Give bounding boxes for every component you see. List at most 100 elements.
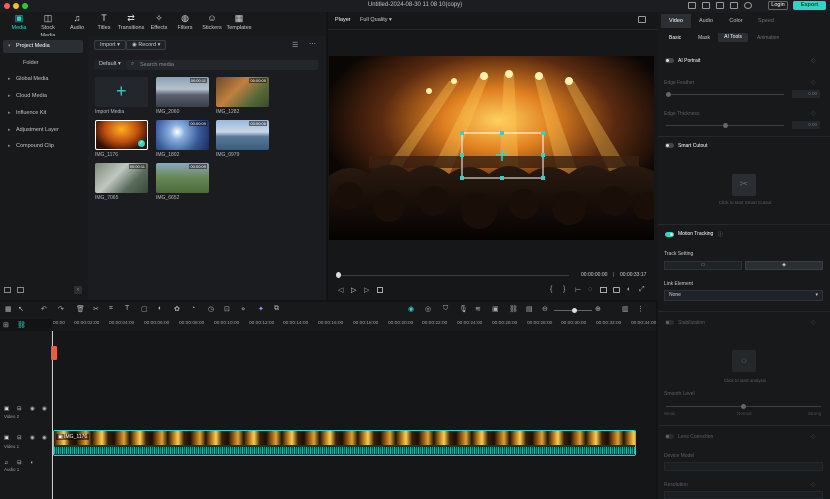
track-setting-option-2[interactable]: ◈ xyxy=(745,261,823,270)
subtab-animation[interactable]: Animation xyxy=(757,35,779,41)
audio-meter-icon[interactable]: ◖ xyxy=(626,286,630,293)
edge-thickness-value[interactable]: 0.00 xyxy=(792,121,820,129)
track-setting-option-1[interactable]: ▭ xyxy=(664,261,742,270)
search-input[interactable]: Search media xyxy=(126,60,318,70)
crop-icon[interactable]: ⌗ xyxy=(109,305,113,313)
login-button[interactable]: Login xyxy=(768,1,788,10)
camera-icon[interactable] xyxy=(613,287,620,293)
palette-icon[interactable]: ✿ xyxy=(174,305,180,313)
display-icon[interactable] xyxy=(600,287,607,293)
render-icon[interactable]: ◉ xyxy=(408,305,414,313)
media-item-thumbnail[interactable]: 00:00:05 xyxy=(216,77,269,107)
new-folder-icon[interactable] xyxy=(4,287,11,293)
filter-icon[interactable]: ☰ xyxy=(292,41,298,49)
subtab-mask[interactable]: Mask xyxy=(698,35,710,41)
eye-icon[interactable]: ◉ xyxy=(30,406,35,412)
save-icon[interactable] xyxy=(716,2,724,9)
layout-icon[interactable] xyxy=(688,2,696,9)
zoom-window-button[interactable] xyxy=(22,3,28,9)
diamond-icon[interactable]: ◇ xyxy=(811,433,816,440)
smart-cutout-toggle[interactable] xyxy=(665,143,674,148)
quality-dropdown[interactable]: Full Quality ▾ xyxy=(360,17,392,23)
lock-icon[interactable]: ⊟ xyxy=(17,435,22,441)
link-element-dropdown[interactable]: None ▾ xyxy=(664,290,823,301)
shield-icon[interactable]: ⛉ xyxy=(443,305,448,313)
import-button[interactable]: Import ▾ xyxy=(94,40,126,50)
voiceover-icon[interactable]: ≋ xyxy=(475,305,481,313)
redo-icon[interactable]: ↷ xyxy=(58,305,64,313)
ai-effect-icon[interactable]: ✦ xyxy=(258,305,264,313)
group-icon[interactable]: ⧉ xyxy=(274,305,279,313)
ripple-icon[interactable]: ◌ xyxy=(588,286,592,293)
play-icon[interactable]: ▷ xyxy=(351,286,356,294)
media-item-thumbnail[interactable]: 00:00:11 xyxy=(156,77,209,107)
close-window-button[interactable] xyxy=(4,3,10,9)
help-icon[interactable]: ⓘ xyxy=(718,231,723,238)
text-icon[interactable]: T xyxy=(125,305,129,312)
minimize-window-button[interactable] xyxy=(13,3,19,9)
split-icon[interactable]: ⊢ xyxy=(575,286,581,294)
device-model-dropdown[interactable] xyxy=(664,462,823,471)
edge-thickness-slider[interactable] xyxy=(666,123,784,128)
timeline-tracks[interactable] xyxy=(0,331,656,499)
smart-cutout-icon[interactable]: ✂ xyxy=(732,174,756,196)
stabilization-icon[interactable]: ☼ xyxy=(732,350,756,372)
keyframe-icon[interactable]: ⋄ xyxy=(241,305,245,313)
snap-icon[interactable]: ◎ xyxy=(425,305,431,313)
more-icon[interactable]: ⋯ xyxy=(309,40,316,48)
resolution-dropdown[interactable] xyxy=(664,491,823,499)
zoom-in-icon[interactable]: ⊕ xyxy=(595,305,601,313)
visibility-icon[interactable]: ◉ xyxy=(42,435,47,441)
tab-titles[interactable]: T Titles xyxy=(90,13,118,35)
import-folder-icon[interactable] xyxy=(17,287,24,293)
speaker-icon[interactable]: ◖ xyxy=(30,460,33,466)
fit-icon[interactable]: ⊡ xyxy=(224,305,230,313)
previous-frame-icon[interactable]: ◁ xyxy=(338,286,343,294)
media-item-thumbnail[interactable]: 00:00:09 xyxy=(156,163,209,193)
media-item-thumbnail[interactable]: ✓ xyxy=(95,120,148,150)
cloud-icon[interactable] xyxy=(730,2,738,9)
tab-stock-media[interactable]: ◫Stock Media xyxy=(34,13,62,39)
subtab-ai-tools[interactable]: AI Tools xyxy=(718,33,748,42)
marker-icon[interactable]: ▤ xyxy=(526,305,533,313)
split-clip-icon[interactable]: ✂ xyxy=(93,305,99,313)
link-icon[interactable]: ⛓ xyxy=(509,305,518,313)
next-frame-icon[interactable]: ▷ xyxy=(364,286,369,294)
playhead-knob[interactable] xyxy=(336,272,341,278)
visibility-icon[interactable]: ◉ xyxy=(42,406,47,412)
playback-progress[interactable] xyxy=(337,275,569,276)
tab-audio-props[interactable]: Audio xyxy=(691,14,721,28)
diamond-icon[interactable]: ◇ xyxy=(811,319,816,326)
media-item-thumbnail[interactable]: 00:00:11 xyxy=(95,163,148,193)
layout-grid-icon[interactable]: ▦ xyxy=(5,305,12,313)
lock-icon[interactable]: ⊟ xyxy=(17,460,22,466)
eye-icon[interactable]: ◉ xyxy=(30,435,35,441)
sidebar-item-folder[interactable]: Folder xyxy=(3,57,83,70)
motion-tracking-toggle[interactable] xyxy=(665,232,674,237)
more-options-icon[interactable]: ⋮ xyxy=(637,305,644,313)
video-clip[interactable]: ▣ IMG_1176 xyxy=(53,430,636,456)
zoom-slider[interactable] xyxy=(554,308,592,313)
stop-icon[interactable] xyxy=(377,287,383,293)
diamond-icon[interactable]: ◇ xyxy=(811,57,816,64)
mark-in-icon[interactable]: { xyxy=(550,286,552,293)
tab-video[interactable]: Video xyxy=(661,14,691,28)
playhead-marker[interactable] xyxy=(51,346,57,360)
timeline-settings-icon[interactable]: ▥ xyxy=(622,305,629,313)
subtab-basic[interactable]: Basic xyxy=(669,35,681,41)
sidebar-item-adjustment-layer[interactable]: ▸ Adjustment Layer xyxy=(3,124,83,137)
sidebar-item-influence-kit[interactable]: ▸ Influence Kit xyxy=(3,107,83,120)
undo-icon[interactable]: ↶ xyxy=(41,305,47,313)
delete-icon[interactable]: 🗑 xyxy=(76,305,85,313)
sort-dropdown[interactable]: Default ▾ xyxy=(94,60,126,70)
tab-stickers[interactable]: ☺ Stickers xyxy=(198,13,226,35)
speed-icon[interactable]: ◔ xyxy=(191,305,195,312)
microphone-icon[interactable]: 🎙 xyxy=(459,305,468,313)
tab-color[interactable]: Color xyxy=(721,14,751,28)
tab-transitions[interactable]: ⇄ Transitions xyxy=(117,13,145,35)
image-icon[interactable]: ▣ xyxy=(492,305,499,313)
add-track-icon[interactable]: ⊞ xyxy=(3,321,9,329)
media-item-thumbnail[interactable]: 00:00:09 xyxy=(156,120,209,150)
import-media-tile[interactable]: + xyxy=(95,77,148,107)
media-item-thumbnail[interactable]: 00:00:06 xyxy=(216,120,269,150)
